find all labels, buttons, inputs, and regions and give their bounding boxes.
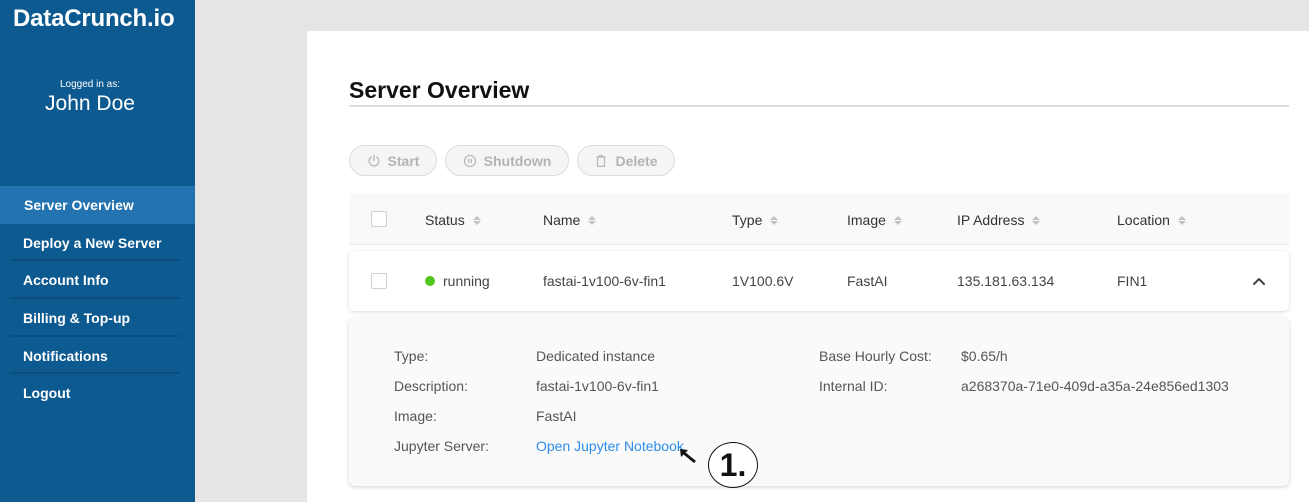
sort-icon: [472, 215, 481, 225]
open-jupyter-notebook-link[interactable]: Open Jupyter Notebook: [536, 438, 684, 454]
delete-button-label: Delete: [615, 152, 658, 169]
sort-icon: [893, 215, 902, 225]
column-label: Type: [732, 212, 763, 228]
sort-icon: [770, 215, 779, 225]
logged-in-label: Logged in as:: [59, 79, 121, 90]
sidebar-item-notifications[interactable]: Notifications: [0, 337, 195, 375]
status-dot-icon: [425, 276, 435, 286]
column-header-image[interactable]: Image: [847, 212, 902, 228]
title-divider: [349, 105, 1289, 107]
detail-image-value: FastAI: [536, 408, 577, 424]
image-cell: FastAI: [847, 273, 888, 289]
column-label: Image: [847, 212, 886, 228]
detail-type-label: Type:: [394, 348, 429, 364]
name-cell: fastai-1v100-6v-fin1: [543, 273, 666, 289]
start-button-label: Start: [387, 152, 420, 169]
select-all-checkbox[interactable]: [371, 211, 387, 227]
sidebar-item-account-info[interactable]: Account Info: [0, 261, 195, 299]
chevron-up-icon[interactable]: [1251, 273, 1267, 289]
brand-logo[interactable]: DataCrunch.io: [13, 5, 175, 33]
column-label: Name: [543, 212, 581, 228]
sort-icon: [588, 215, 597, 225]
detail-type-value: Dedicated instance: [536, 348, 656, 364]
trash-icon: [596, 154, 607, 167]
sidebar-nav: Server Overview Deploy a New Server Acco…: [0, 186, 195, 412]
status-cell: running: [425, 273, 490, 289]
shutdown-button[interactable]: Shutdown: [445, 145, 569, 176]
table-row[interactable]: running fastai-1v100-6v-fin1 1V100.6V Fa…: [349, 251, 1289, 311]
sidebar-item-deploy-server[interactable]: Deploy a New Server: [0, 224, 195, 262]
annotation-arrow-icon: [680, 449, 696, 463]
start-button[interactable]: Start: [349, 145, 437, 176]
sort-icon: [1032, 215, 1041, 225]
main-panel: Server Overview Start Shutdown Delete St…: [307, 31, 1309, 502]
column-header-ip-address[interactable]: IP Address: [957, 212, 1041, 228]
column-header-status[interactable]: Status: [425, 212, 481, 228]
server-details-panel: Type: Dedicated instance Description: fa…: [349, 318, 1289, 486]
status-text: running: [443, 273, 490, 289]
delete-button[interactable]: Delete: [577, 145, 675, 176]
detail-internal-id-value: a268370a-71e0-409d-a35a-24e856ed1303: [961, 378, 1229, 394]
detail-jupyter-label: Jupyter Server:: [394, 438, 489, 454]
annotation-step-badge: 1.: [708, 442, 758, 488]
detail-cost-value: $0.65/h: [961, 348, 1008, 364]
detail-image-label: Image:: [394, 408, 437, 424]
power-icon: [368, 154, 379, 167]
column-header-type[interactable]: Type: [732, 212, 779, 228]
sort-icon: [1177, 215, 1186, 225]
sidebar-item-billing[interactable]: Billing & Top-up: [0, 299, 195, 337]
pause-circle-icon: [463, 154, 476, 167]
detail-internal-id-label: Internal ID:: [819, 378, 888, 394]
detail-cost-label: Base Hourly Cost:: [819, 348, 932, 364]
type-cell: 1V100.6V: [732, 273, 794, 289]
detail-description-label: Description:: [394, 378, 468, 394]
location-cell: FIN1: [1117, 273, 1148, 289]
page-title: Server Overview: [349, 77, 530, 103]
detail-description-value: fastai-1v100-6v-fin1: [536, 378, 659, 394]
table-header: Status Name Type Image IP Address Locati…: [349, 193, 1289, 245]
sidebar-item-logout[interactable]: Logout: [0, 374, 195, 412]
column-label: Status: [425, 212, 465, 228]
column-header-location[interactable]: Location: [1117, 212, 1186, 228]
user-name: John Doe: [45, 92, 135, 115]
ip-address-cell: 135.181.63.134: [957, 273, 1055, 289]
column-header-name[interactable]: Name: [543, 212, 597, 228]
row-checkbox[interactable]: [371, 273, 387, 289]
shutdown-button-label: Shutdown: [483, 152, 552, 169]
column-label: Location: [1117, 212, 1170, 228]
column-label: IP Address: [957, 212, 1025, 228]
sidebar: DataCrunch.io Logged in as: John Doe Ser…: [0, 0, 195, 502]
sidebar-item-server-overview[interactable]: Server Overview: [0, 186, 195, 224]
